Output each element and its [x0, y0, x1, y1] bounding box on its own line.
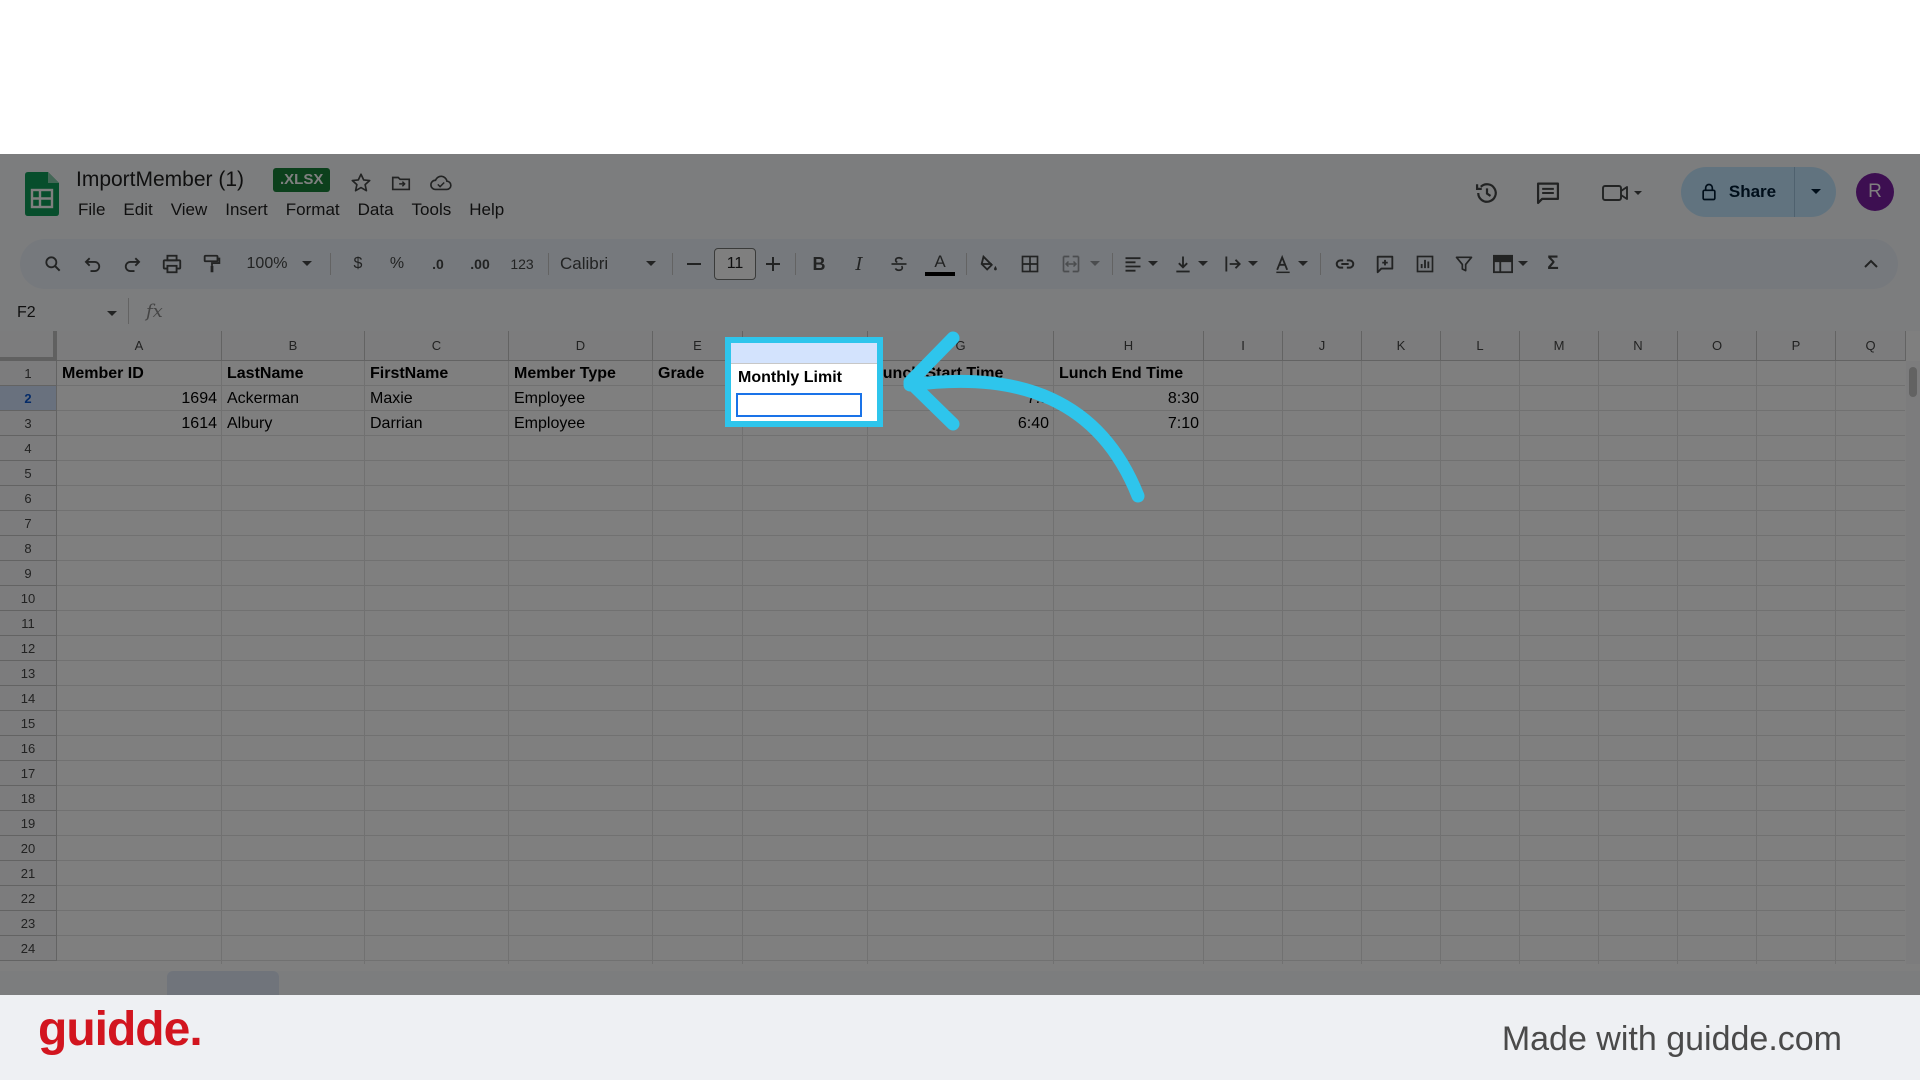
monthly-limit-header: Monthly Limit [738, 369, 842, 386]
highlighted-cell-f2[interactable]: Monthly Limit [725, 337, 883, 427]
made-with-text: Made with guidde.com [1501, 1020, 1842, 1058]
cell-f2-selection[interactable] [736, 393, 862, 417]
dim-overlay [0, 154, 1920, 995]
footer-bar: guidde. Made with guidde.com [0, 995, 1920, 1080]
guidde-logo: guidde. [38, 1003, 203, 1056]
page: ImportMember (1) .XLSX File Edit View In… [0, 0, 1920, 1080]
column-f-header [731, 343, 877, 364]
top-blank-area [0, 0, 1920, 154]
